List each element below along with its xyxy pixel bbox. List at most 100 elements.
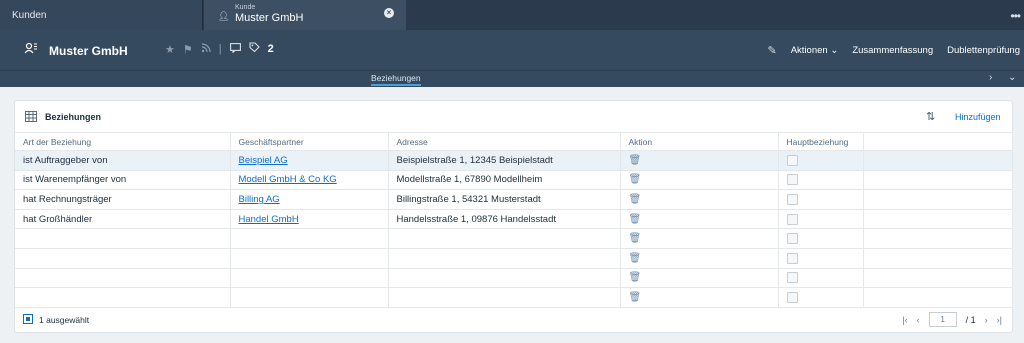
empty-cell — [230, 287, 389, 308]
action-cell: 🗑︎ — [620, 209, 779, 230]
page-number-input[interactable]: 1 — [928, 312, 957, 327]
close-tab-icon[interactable]: × — [384, 8, 394, 18]
chevron-right-icon[interactable]: › — [989, 72, 992, 83]
last-page-icon[interactable]: ›| — [997, 315, 1002, 325]
column-header[interactable]: Aktion — [620, 132, 779, 151]
main-relationship-checkbox[interactable] — [786, 174, 798, 186]
table-row-empty[interactable]: 🗑︎ — [15, 248, 1013, 269]
empty-cell — [15, 268, 231, 289]
favorite-star-icon[interactable]: ★ — [165, 43, 175, 56]
main-relationship-cell — [778, 150, 864, 171]
partner-cell: Handel GmbH — [230, 209, 389, 230]
table-row-empty[interactable]: 🗑︎ — [15, 287, 1013, 308]
partner-cell: Modell GmbH & Co KG — [230, 170, 389, 191]
table-header-row: Art der Beziehung Geschäftspartner Adres… — [15, 132, 1013, 151]
comment-icon[interactable] — [229, 42, 241, 56]
table-row[interactable]: hat Rechnungsträger Billing AG Billingst… — [15, 189, 1013, 210]
empty-cell — [388, 228, 621, 249]
tab-kunden[interactable]: Kunden — [0, 0, 203, 30]
action-cell: 🗑︎ — [620, 150, 779, 171]
selection-count: 1 ausgewählt — [39, 315, 90, 325]
address-cell: Handelsstraße 1, 09876 Handelsstadt — [388, 209, 621, 230]
delete-icon[interactable]: 🗑︎ — [629, 272, 642, 283]
duplicate-check-button[interactable]: Dublettenprüfung — [947, 45, 1020, 56]
tab-label: Muster GmbH — [235, 12, 304, 24]
empty-cell — [863, 228, 1013, 249]
tab-bar: Kunden 👤︎ Kunde Muster GmbH × ••• — [0, 0, 1024, 30]
anchor-beziehungen[interactable]: Beziehungen — [371, 73, 421, 86]
main-relationship-checkbox[interactable] — [786, 291, 798, 303]
main-relationship-checkbox[interactable] — [786, 272, 798, 284]
table-row-empty[interactable]: 🗑︎ — [15, 228, 1013, 249]
previous-page-icon[interactable]: ‹ — [917, 315, 920, 325]
action-cell: 🗑︎ — [620, 228, 779, 249]
partner-link[interactable]: Beispiel AG — [239, 155, 288, 166]
header-actions: ✎ Aktionen ⌄ Zusammenfassung Dublettenpr… — [768, 44, 1021, 57]
relationship-type: hat Großhändler — [15, 209, 231, 230]
main-relationship-checkbox[interactable] — [786, 154, 798, 166]
empty-cell — [15, 228, 231, 249]
main-relationship-cell — [778, 248, 864, 269]
table-row[interactable]: ist Warenempfänger von Modell GmbH & Co … — [15, 170, 1013, 191]
relationships-table: Art der Beziehung Geschäftspartner Adres… — [15, 132, 1013, 308]
summary-button[interactable]: Zusammenfassung — [852, 45, 933, 56]
delete-icon[interactable]: 🗑︎ — [629, 233, 642, 244]
column-header[interactable]: Hauptbeziehung — [778, 132, 864, 151]
delete-icon[interactable]: 🗑︎ — [629, 292, 642, 303]
empty-cell — [863, 170, 1013, 191]
delete-icon[interactable]: 🗑︎ — [629, 214, 642, 225]
tag-icon[interactable] — [249, 42, 260, 56]
tab-kicker: Kunde — [235, 4, 256, 11]
partner-link[interactable]: Billing AG — [239, 194, 280, 205]
table-row[interactable]: hat Großhändler Handel GmbH Handelsstraß… — [15, 209, 1013, 230]
column-header[interactable]: Art der Beziehung — [15, 132, 231, 151]
edit-pencil-icon[interactable]: ✎ — [768, 44, 777, 57]
next-page-icon[interactable]: › — [985, 315, 988, 325]
main-relationship-checkbox[interactable] — [786, 233, 798, 245]
main-relationship-cell — [778, 189, 864, 210]
delete-icon[interactable]: 🗑︎ — [629, 174, 642, 185]
main-relationship-cell — [778, 170, 864, 191]
empty-cell — [15, 248, 231, 269]
object-header: Muster GmbH ★ ⚑ | 2 ✎ Aktionen ⌄ Zusamme… — [0, 30, 1024, 70]
add-button[interactable]: Hinzufügen — [955, 112, 1001, 122]
actions-label: Aktionen — [790, 45, 828, 56]
more-icon[interactable]: ••• — [1010, 9, 1021, 23]
empty-cell — [863, 150, 1013, 171]
table-footer: 1 ausgewählt |‹ ‹ 1 / 1 › ›| — [15, 310, 1012, 332]
tab-muster-gmbh[interactable]: 👤︎ Kunde Muster GmbH × — [204, 0, 406, 30]
table-row[interactable]: ist Auftraggeber von Beispiel AG Beispie… — [15, 150, 1013, 171]
main-relationship-checkbox[interactable] — [786, 252, 798, 264]
page-title: Muster GmbH — [49, 44, 128, 58]
address-cell: Beispielstraße 1, 12345 Beispielstadt — [388, 150, 621, 171]
table-row-empty[interactable]: 🗑︎ — [15, 268, 1013, 289]
first-page-icon[interactable]: |‹ — [902, 315, 907, 325]
partner-link[interactable]: Modell GmbH & Co KG — [239, 174, 337, 185]
empty-cell — [15, 287, 231, 308]
main-relationship-cell — [778, 209, 864, 230]
main-relationship-cell — [778, 228, 864, 249]
main-relationship-checkbox[interactable] — [786, 213, 798, 225]
delete-icon[interactable]: 🗑︎ — [629, 155, 642, 166]
delete-icon[interactable]: 🗑︎ — [629, 253, 642, 264]
header-quick-actions: ★ ⚑ | 2 — [165, 42, 274, 56]
column-header[interactable]: Adresse — [388, 132, 621, 151]
rss-icon[interactable] — [201, 42, 211, 56]
sort-icon[interactable]: ⇅ — [926, 110, 935, 123]
relationship-type: ist Warenempfänger von — [15, 170, 231, 191]
column-header-empty — [863, 132, 1013, 151]
main-relationship-checkbox[interactable] — [786, 193, 798, 205]
chevron-down-icon[interactable]: ⌄ — [1008, 72, 1016, 83]
table-icon — [25, 111, 37, 125]
address-cell: Billingstraße 1, 54321 Musterstadt — [388, 189, 621, 210]
action-cell: 🗑︎ — [620, 268, 779, 289]
partner-link[interactable]: Handel GmbH — [239, 214, 299, 225]
selection-indicator-checkbox[interactable] — [23, 314, 33, 324]
actions-menu-button[interactable]: Aktionen ⌄ — [791, 45, 839, 56]
anchor-bar: Beziehungen › ⌄ — [0, 70, 1024, 87]
pagination: |‹ ‹ 1 / 1 › ›| — [902, 312, 1002, 327]
flag-icon[interactable]: ⚑ — [183, 43, 193, 56]
tag-count: 2 — [267, 43, 274, 55]
column-header[interactable]: Geschäftspartner — [230, 132, 389, 151]
delete-icon[interactable]: 🗑︎ — [629, 194, 642, 205]
